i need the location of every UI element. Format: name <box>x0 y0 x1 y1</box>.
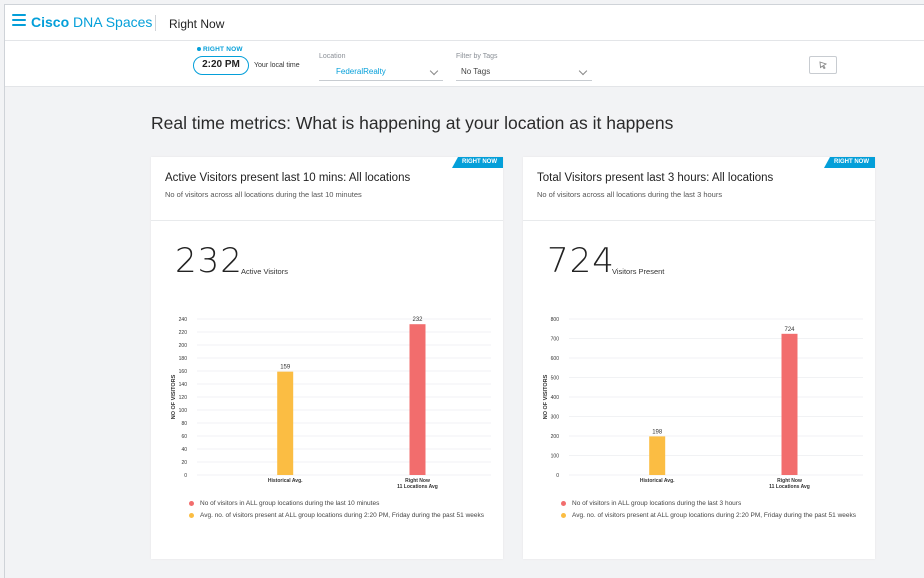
card-subtitle: No of visitors across all locations duri… <box>165 190 362 199</box>
y-axis-label: NO OF VISITORS <box>171 374 177 419</box>
hamburger-menu-icon[interactable] <box>12 14 26 28</box>
x-tick-label: Historical Avg. <box>640 478 675 484</box>
y-tick-label: 120 <box>179 395 188 401</box>
y-tick-label: 20 <box>181 460 187 466</box>
metric-value: 724 <box>547 241 615 281</box>
pin-button[interactable] <box>809 56 837 74</box>
brand-name-rest: DNA Spaces <box>69 14 153 30</box>
card-header: RIGHT NOW Active Visitors present last 1… <box>151 157 503 221</box>
top-bar: Cisco DNA Spaces Right Now <box>5 5 924 41</box>
y-tick-label: 0 <box>184 473 187 479</box>
bar <box>781 333 798 475</box>
chevron-down-icon <box>429 66 439 76</box>
card-title: Total Visitors present last 3 hours: All… <box>537 172 774 184</box>
legend-dot-icon <box>561 501 566 506</box>
bar <box>649 436 666 475</box>
y-axis-label: NO OF VISITORS <box>543 374 549 419</box>
legend-item-right-now: No of visitors in ALL group locations du… <box>561 499 861 509</box>
y-tick-label: 0 <box>556 473 559 479</box>
y-tick-label: 200 <box>179 343 188 349</box>
visitors-bar-chart: 0 20 40 60 80 100 120 140 160 180 200 220 240 NO OF V… <box>171 317 491 490</box>
card-subtitle: No of visitors across all locations duri… <box>537 190 723 199</box>
legend-item-right-now: No of visitors in ALL group locations du… <box>189 499 489 509</box>
bar-value-label: 198 <box>652 429 663 435</box>
y-tick-label: 700 <box>551 337 560 343</box>
y-tick-label: 200 <box>551 434 560 440</box>
y-tick-label: 60 <box>181 434 187 440</box>
right-now-indicator: RIGHT NOW <box>197 46 243 53</box>
y-tick-label: 160 <box>179 369 188 375</box>
y-tick-label: 80 <box>181 421 187 427</box>
y-tick-label: 220 <box>179 330 188 336</box>
metric-value: 232 <box>175 241 243 281</box>
local-time-pill[interactable]: 2:20 PM <box>193 56 249 75</box>
legend-text: Avg. no. of visitors present at ALL grou… <box>200 512 484 519</box>
active-visitors-card: RIGHT NOW Active Visitors present last 1… <box>151 157 503 559</box>
y-tick-label: 800 <box>551 317 560 323</box>
right-now-badge: RIGHT NOW <box>824 157 875 168</box>
total-visitors-card: RIGHT NOW Total Visitors present last 3 … <box>523 157 875 559</box>
bar <box>277 371 294 475</box>
app-window: Cisco DNA Spaces Right Now RIGHT NOW 2:2… <box>4 4 924 578</box>
y-tick-label: 600 <box>551 356 560 362</box>
tags-filter-value: No Tags <box>461 67 491 76</box>
y-tick-label: 40 <box>181 447 187 453</box>
visitors-bar-chart: 0 100 200 300 400 500 600 700 800 NO OF VISITORS 1… <box>543 317 863 490</box>
metric-label: Visitors Present <box>612 267 665 276</box>
y-tick-label: 140 <box>179 382 188 388</box>
x-tick-label: Historical Avg. <box>268 478 303 484</box>
pin-icon <box>819 61 828 70</box>
legend-text: No of visitors in ALL group locations du… <box>572 500 742 507</box>
legend-item-historical: Avg. no. of visitors present at ALL grou… <box>561 511 861 521</box>
local-time-label: Your local time <box>254 62 300 69</box>
page-headline: Real time metrics: What is happening at … <box>151 113 674 133</box>
y-tick-label: 500 <box>551 376 560 382</box>
legend-dot-icon <box>561 513 566 518</box>
chart-legend: No of visitors in ALL group locations du… <box>561 499 861 523</box>
header-divider <box>155 15 156 31</box>
location-label: Location <box>319 53 346 60</box>
chevron-down-icon <box>578 66 588 76</box>
card-header: RIGHT NOW Total Visitors present last 3 … <box>523 157 875 221</box>
x-tick-label: 11 Locations Avg <box>397 484 438 490</box>
bar <box>409 324 426 475</box>
legend-dot-icon <box>189 513 194 518</box>
x-tick-label: 11 Locations Avg <box>769 484 810 490</box>
right-now-badge: RIGHT NOW <box>452 157 503 168</box>
bar-value-label: 232 <box>412 317 423 323</box>
bar-value-label: 724 <box>784 327 795 333</box>
chart-legend: No of visitors in ALL group locations du… <box>189 499 489 523</box>
right-now-label: RIGHT NOW <box>203 46 243 53</box>
filter-bar: RIGHT NOW 2:20 PM Your local time Locati… <box>5 41 924 87</box>
metric-label: Active Visitors <box>241 267 288 276</box>
y-tick-label: 100 <box>179 408 188 414</box>
card-title: Active Visitors present last 10 mins: Al… <box>165 172 411 184</box>
brand-name-bold: Cisco <box>31 14 70 30</box>
tags-filter-dropdown[interactable]: No Tags <box>456 65 592 81</box>
tags-filter-label: Filter by Tags <box>456 53 498 60</box>
location-value: FederalRealty <box>336 67 386 76</box>
bar-value-label: 159 <box>280 365 291 371</box>
legend-dot-icon <box>189 501 194 506</box>
legend-item-historical: Avg. no. of visitors present at ALL grou… <box>189 511 489 521</box>
brand-logo[interactable]: Cisco DNA Spaces <box>31 14 152 30</box>
y-tick-label: 240 <box>179 317 188 323</box>
location-dropdown[interactable]: FederalRealty <box>319 65 443 81</box>
y-tick-label: 100 <box>551 454 560 460</box>
legend-text: No of visitors in ALL group locations du… <box>200 500 380 507</box>
live-dot-icon <box>197 47 201 52</box>
y-tick-label: 180 <box>179 356 188 362</box>
y-tick-label: 400 <box>551 395 560 401</box>
page-title: Right Now <box>169 17 225 31</box>
legend-text: Avg. no. of visitors present at ALL grou… <box>572 512 856 519</box>
y-tick-label: 300 <box>551 415 560 421</box>
